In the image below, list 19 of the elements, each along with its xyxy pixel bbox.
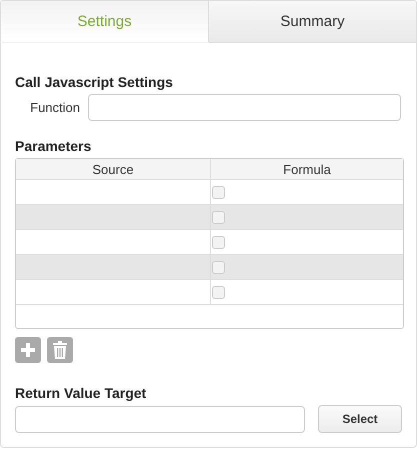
plus-icon xyxy=(20,342,36,358)
tab[interactable]: Summary xyxy=(209,0,417,43)
return-value-field[interactable] xyxy=(15,406,305,432)
checkbox[interactable] xyxy=(212,236,225,248)
section-title: Parameters xyxy=(15,137,92,156)
section-title: Call Javascript Settings xyxy=(15,73,174,92)
select-button[interactable]: Select xyxy=(318,405,402,433)
add-button[interactable] xyxy=(15,337,41,363)
function-field[interactable] xyxy=(88,94,401,121)
section-title: Return Value Target xyxy=(15,384,148,403)
checkbox[interactable] xyxy=(212,260,225,274)
checkbox[interactable] xyxy=(212,210,225,224)
delete-button[interactable] xyxy=(47,337,73,363)
column-header: Formula xyxy=(211,159,403,180)
column-header: Source xyxy=(16,159,211,180)
trash-icon xyxy=(53,341,67,359)
field-label: Function xyxy=(29,100,81,115)
checkbox[interactable] xyxy=(212,286,225,298)
checkbox[interactable] xyxy=(212,186,225,198)
